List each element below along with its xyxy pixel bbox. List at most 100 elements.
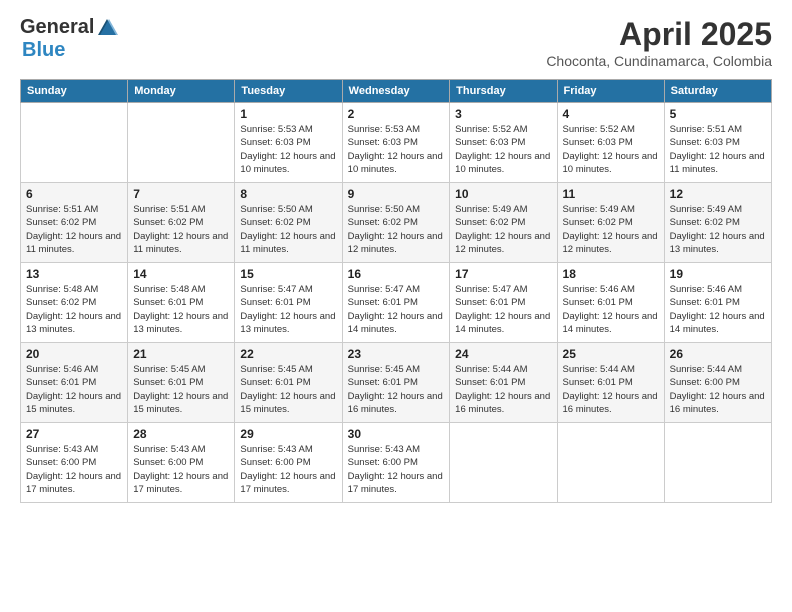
calendar-cell: 4Sunrise: 5:52 AMSunset: 6:03 PMDaylight… [557, 103, 664, 183]
day-of-week-header: Thursday [450, 80, 557, 103]
day-of-week-header: Sunday [21, 80, 128, 103]
day-number: 17 [455, 267, 551, 281]
calendar-cell: 18 Sunrise: 5:46 AMSunset: 6:01 PMDayligh… [557, 263, 664, 343]
day-number: 15 [240, 267, 336, 281]
day-number: 3 [455, 107, 551, 121]
day-info: Sunrise: 5:47 AMSunset: 6:01 PMDaylight:… [240, 283, 336, 336]
day-info: Sunrise: 5:53 AMSunset: 6:03 PMDaylight:… [240, 123, 336, 176]
day-number: 25 [563, 347, 659, 361]
calendar-cell: 19 Sunrise: 5:46 AMSunset: 6:01 PMDayligh… [664, 263, 771, 343]
day-number: 28 [133, 427, 229, 441]
day-number: 11 [563, 187, 659, 201]
day-number: 14 [133, 267, 229, 281]
day-info: Sunrise: 5:44 AMSunset: 6:01 PMDaylight:… [563, 363, 659, 416]
day-info: Sunrise: 5:43 AMSunset: 6:00 PMDaylight:… [348, 443, 445, 496]
day-number: 13 [26, 267, 122, 281]
day-number: 6 [26, 187, 122, 201]
day-info: Sunrise: 5:49 AMSunset: 6:02 PMDaylight:… [563, 203, 659, 256]
day-info: Sunrise: 5:48 AMSunset: 6:02 PMDaylight:… [26, 283, 122, 336]
day-info: Sunrise: 5:46 AMSunset: 6:01 PMDaylight:… [563, 283, 659, 336]
calendar-cell [450, 423, 557, 503]
calendar-cell: 16 Sunrise: 5:47 AMSunset: 6:01 PMDayligh… [342, 263, 450, 343]
calendar-cell: 15 Sunrise: 5:47 AMSunset: 6:01 PMDayligh… [235, 263, 342, 343]
day-number: 19 [670, 267, 766, 281]
day-number: 9 [348, 187, 445, 201]
calendar-cell: 25 Sunrise: 5:44 AMSunset: 6:01 PMDayligh… [557, 343, 664, 423]
calendar-cell: 3 Sunrise: 5:52 AMSunset: 6:03 PMDaylight… [450, 103, 557, 183]
day-info: Sunrise: 5:50 AMSunset: 6:02 PMDaylight:… [348, 203, 445, 256]
calendar-cell [664, 423, 771, 503]
day-info: Sunrise: 5:45 AMSunset: 6:01 PMDaylight:… [240, 363, 336, 416]
calendar-week-row: 20 Sunrise: 5:46 AMSunset: 6:01 PMDayligh… [21, 343, 772, 423]
subtitle: Choconta, Cundinamarca, Colombia [546, 53, 772, 69]
calendar-cell: 27 Sunrise: 5:43 AMSunset: 6:00 PMDayligh… [21, 423, 128, 503]
day-info: Sunrise: 5:47 AMSunset: 6:01 PMDaylight:… [348, 283, 445, 336]
calendar-cell: 13 Sunrise: 5:48 AMSunset: 6:02 PMDayligh… [21, 263, 128, 343]
day-info: Sunrise: 5:51 AMSunset: 6:03 PMDaylight:… [670, 123, 766, 176]
day-info: Sunrise: 5:43 AMSunset: 6:00 PMDaylight:… [240, 443, 336, 496]
day-number: 10 [455, 187, 551, 201]
day-number: 26 [670, 347, 766, 361]
day-info: Sunrise: 5:51 AMSunset: 6:02 PMDaylight:… [26, 203, 122, 256]
day-number: 5 [670, 107, 766, 121]
calendar-week-row: 27 Sunrise: 5:43 AMSunset: 6:00 PMDayligh… [21, 423, 772, 503]
calendar-cell: 28 Sunrise: 5:43 AMSunset: 6:00 PMDayligh… [128, 423, 235, 503]
day-info: Sunrise: 5:48 AMSunset: 6:01 PMDaylight:… [133, 283, 229, 336]
calendar-cell: 30 Sunrise: 5:43 AMSunset: 6:00 PMDayligh… [342, 423, 450, 503]
calendar-cell: 26Sunrise: 5:44 AMSunset: 6:00 PMDayligh… [664, 343, 771, 423]
day-number: 24 [455, 347, 551, 361]
day-number: 2 [348, 107, 445, 121]
day-number: 18 [563, 267, 659, 281]
calendar-cell: 17 Sunrise: 5:47 AMSunset: 6:01 PMDayligh… [450, 263, 557, 343]
day-of-week-header: Friday [557, 80, 664, 103]
day-info: Sunrise: 5:53 AMSunset: 6:03 PMDaylight:… [348, 123, 445, 176]
day-info: Sunrise: 5:44 AMSunset: 6:01 PMDaylight:… [455, 363, 551, 416]
days-header-row: SundayMondayTuesdayWednesdayThursdayFrid… [21, 80, 772, 103]
day-number: 22 [240, 347, 336, 361]
calendar-table: SundayMondayTuesdayWednesdayThursdayFrid… [20, 79, 772, 503]
calendar-cell: 24 Sunrise: 5:44 AMSunset: 6:01 PMDayligh… [450, 343, 557, 423]
calendar-page: General Blue April 2025 Choconta, Cundin… [0, 0, 792, 612]
day-info: Sunrise: 5:50 AMSunset: 6:02 PMDaylight:… [240, 203, 336, 256]
calendar-cell [128, 103, 235, 183]
logo-text: General [20, 16, 118, 39]
header: General Blue April 2025 Choconta, Cundin… [20, 16, 772, 69]
day-info: Sunrise: 5:49 AMSunset: 6:02 PMDaylight:… [670, 203, 766, 256]
day-number: 30 [348, 427, 445, 441]
calendar-cell: 1 Sunrise: 5:53 AMSunset: 6:03 PMDaylight… [235, 103, 342, 183]
day-info: Sunrise: 5:52 AMSunset: 6:03 PMDaylight:… [455, 123, 551, 176]
logo-general: General [20, 16, 94, 39]
day-info: Sunrise: 5:51 AMSunset: 6:02 PMDaylight:… [133, 203, 229, 256]
calendar-cell: 6 Sunrise: 5:51 AMSunset: 6:02 PMDaylight… [21, 183, 128, 263]
day-info: Sunrise: 5:43 AMSunset: 6:00 PMDaylight:… [133, 443, 229, 496]
calendar-cell: 29 Sunrise: 5:43 AMSunset: 6:00 PMDayligh… [235, 423, 342, 503]
day-info: Sunrise: 5:47 AMSunset: 6:01 PMDaylight:… [455, 283, 551, 336]
day-info: Sunrise: 5:43 AMSunset: 6:00 PMDaylight:… [26, 443, 122, 496]
month-title: April 2025 [546, 16, 772, 53]
day-info: Sunrise: 5:46 AMSunset: 6:01 PMDaylight:… [26, 363, 122, 416]
day-number: 7 [133, 187, 229, 201]
day-number: 16 [348, 267, 445, 281]
calendar-cell: 14 Sunrise: 5:48 AMSunset: 6:01 PMDayligh… [128, 263, 235, 343]
day-of-week-header: Saturday [664, 80, 771, 103]
day-number: 20 [26, 347, 122, 361]
day-number: 4 [563, 107, 659, 121]
day-number: 29 [240, 427, 336, 441]
calendar-cell: 9 Sunrise: 5:50 AMSunset: 6:02 PMDaylight… [342, 183, 450, 263]
logo: General Blue [20, 16, 118, 62]
day-number: 1 [240, 107, 336, 121]
calendar-cell: 5 Sunrise: 5:51 AMSunset: 6:03 PMDaylight… [664, 103, 771, 183]
day-of-week-header: Wednesday [342, 80, 450, 103]
day-number: 12 [670, 187, 766, 201]
day-info: Sunrise: 5:46 AMSunset: 6:01 PMDaylight:… [670, 283, 766, 336]
calendar-cell [21, 103, 128, 183]
calendar-cell: 20 Sunrise: 5:46 AMSunset: 6:01 PMDayligh… [21, 343, 128, 423]
day-info: Sunrise: 5:45 AMSunset: 6:01 PMDaylight:… [133, 363, 229, 416]
day-of-week-header: Monday [128, 80, 235, 103]
calendar-cell: 10Sunrise: 5:49 AMSunset: 6:02 PMDayligh… [450, 183, 557, 263]
calendar-cell: 21Sunrise: 5:45 AMSunset: 6:01 PMDayligh… [128, 343, 235, 423]
calendar-cell: 23Sunrise: 5:45 AMSunset: 6:01 PMDayligh… [342, 343, 450, 423]
calendar-cell: 11 Sunrise: 5:49 AMSunset: 6:02 PMDayligh… [557, 183, 664, 263]
day-number: 27 [26, 427, 122, 441]
title-block: April 2025 Choconta, Cundinamarca, Colom… [546, 16, 772, 69]
